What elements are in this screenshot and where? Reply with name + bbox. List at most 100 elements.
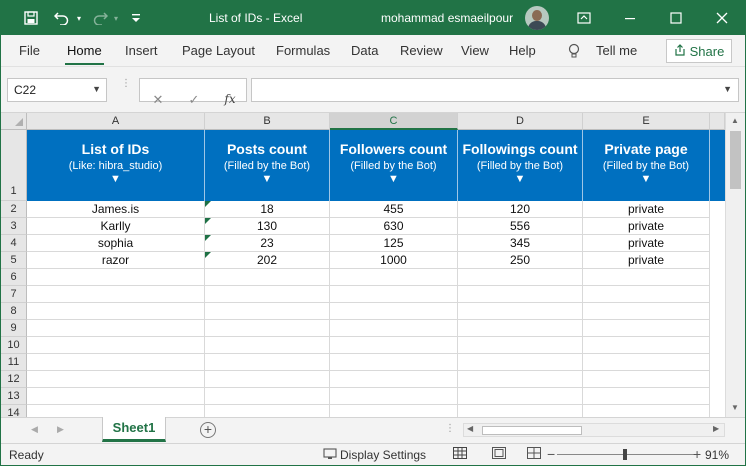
column-header-e[interactable]: E <box>583 113 710 130</box>
select-all-corner[interactable] <box>1 113 27 130</box>
page-break-view-icon[interactable] <box>527 447 543 461</box>
undo-dropdown-icon[interactable]: ▾ <box>74 9 84 27</box>
sheet-tab-sheet1[interactable]: Sheet1 <box>102 417 166 442</box>
table-cell[interactable] <box>27 337 205 354</box>
row-header-1[interactable]: 1 <box>1 130 27 201</box>
ribbon-display-options-icon[interactable] <box>561 1 607 35</box>
table-cell[interactable] <box>330 320 458 337</box>
table-cell[interactable]: 345 <box>458 235 583 252</box>
table-cell[interactable]: 250 <box>458 252 583 269</box>
table-cell[interactable] <box>205 388 330 405</box>
tab-help[interactable]: Help <box>509 43 536 58</box>
table-cell[interactable] <box>458 337 583 354</box>
scroll-up-icon[interactable]: ▲ <box>731 116 739 125</box>
header-cell-private-page[interactable]: Private page (Filled by the Bot) ▼ <box>583 130 710 201</box>
tab-file[interactable]: File <box>19 43 40 58</box>
row-header-2[interactable]: 2 <box>1 201 27 218</box>
table-cell[interactable]: 120 <box>458 201 583 218</box>
table-cell[interactable] <box>27 269 205 286</box>
tab-page-layout[interactable]: Page Layout <box>182 43 255 58</box>
scroll-left-icon[interactable]: ◀ <box>467 424 473 433</box>
table-cell[interactable]: 1000 <box>330 252 458 269</box>
formula-input[interactable]: ▼ <box>251 78 739 102</box>
table-cell[interactable] <box>458 286 583 303</box>
normal-view-icon[interactable] <box>453 447 469 461</box>
horizontal-scroll-thumb[interactable] <box>482 426 582 435</box>
table-cell[interactable] <box>205 337 330 354</box>
table-cell[interactable]: James.is <box>27 201 205 218</box>
table-cell[interactable] <box>583 303 710 320</box>
table-cell[interactable]: Karlly <box>27 218 205 235</box>
table-cell[interactable] <box>458 388 583 405</box>
previous-sheet-icon[interactable]: ◀ <box>31 424 38 435</box>
table-cell[interactable] <box>583 320 710 337</box>
table-cell[interactable]: private <box>583 218 710 235</box>
horizontal-scrollbar[interactable]: ◀ ▶ <box>463 423 725 437</box>
header-cell-f[interactable] <box>710 130 725 201</box>
scroll-down-icon[interactable]: ▼ <box>731 403 739 412</box>
next-sheet-icon[interactable]: ▶ <box>57 424 64 435</box>
table-cell[interactable] <box>27 354 205 371</box>
table-cell[interactable]: private <box>583 201 710 218</box>
table-cell[interactable] <box>583 388 710 405</box>
header-cell-list-of-ids[interactable]: List of IDs (Like: hibra_studio) ▼ <box>27 130 205 201</box>
column-header-a[interactable]: A <box>27 113 205 130</box>
table-cell[interactable]: 23 <box>205 235 330 252</box>
table-cell[interactable] <box>330 286 458 303</box>
minimize-icon[interactable] <box>607 1 653 35</box>
vertical-scroll-thumb[interactable] <box>730 131 741 189</box>
chevron-down-icon[interactable]: ▼ <box>92 84 101 94</box>
close-icon[interactable] <box>699 1 745 35</box>
table-cell[interactable] <box>27 371 205 388</box>
insert-function-icon[interactable]: fx <box>220 92 240 106</box>
table-cell[interactable] <box>330 405 458 417</box>
table-cell[interactable] <box>205 405 330 417</box>
table-cell[interactable] <box>583 405 710 417</box>
column-header-b[interactable]: B <box>205 113 330 130</box>
row-header-8[interactable]: 8 <box>1 303 27 320</box>
display-settings-icon[interactable] <box>323 448 337 463</box>
table-cell[interactable]: 202 <box>205 252 330 269</box>
tab-data[interactable]: Data <box>351 43 378 58</box>
table-cell[interactable] <box>205 320 330 337</box>
tab-view[interactable]: View <box>461 43 489 58</box>
lightbulb-icon[interactable] <box>568 43 580 62</box>
row-header-12[interactable]: 12 <box>1 371 27 388</box>
scroll-right-icon[interactable]: ▶ <box>713 424 719 433</box>
table-cell[interactable] <box>330 303 458 320</box>
table-cell[interactable] <box>27 286 205 303</box>
column-header-c[interactable]: C <box>330 113 458 130</box>
table-cell[interactable] <box>27 405 205 417</box>
zoom-slider-thumb[interactable] <box>623 449 627 460</box>
row-header-13[interactable]: 13 <box>1 388 27 405</box>
tab-split-handle[interactable]: ⋮ <box>445 423 455 434</box>
table-cell[interactable] <box>458 405 583 417</box>
table-cell[interactable]: 125 <box>330 235 458 252</box>
zoom-in-button[interactable]: + <box>693 446 701 462</box>
tab-formulas[interactable]: Formulas <box>276 43 330 58</box>
table-cell[interactable] <box>27 303 205 320</box>
row-header-11[interactable]: 11 <box>1 354 27 371</box>
maximize-icon[interactable] <box>653 1 699 35</box>
table-cell[interactable] <box>583 337 710 354</box>
table-cell[interactable] <box>205 286 330 303</box>
table-cell[interactable] <box>330 388 458 405</box>
tab-insert[interactable]: Insert <box>125 43 158 58</box>
formula-bar-splitter[interactable]: ⋮ <box>121 79 131 99</box>
table-cell[interactable]: sophia <box>27 235 205 252</box>
save-icon[interactable] <box>21 9 41 27</box>
table-cell[interactable] <box>458 303 583 320</box>
redo-icon[interactable] <box>89 9 111 27</box>
undo-icon[interactable] <box>51 9 73 27</box>
table-cell[interactable] <box>458 269 583 286</box>
table-cell[interactable] <box>583 269 710 286</box>
share-button[interactable]: Share <box>666 39 732 63</box>
table-cell[interactable]: private <box>583 235 710 252</box>
page-layout-view-icon[interactable] <box>492 447 508 461</box>
worksheet-grid[interactable]: A B C D E 1 2 3 4 5 6 7 8 9 10 11 12 13 … <box>1 113 745 417</box>
table-cell[interactable] <box>458 371 583 388</box>
customize-toolbar-icon[interactable] <box>129 9 143 27</box>
row-header-6[interactable]: 6 <box>1 269 27 286</box>
table-cell[interactable]: private <box>583 252 710 269</box>
filter-arrow-icon[interactable]: ▼ <box>205 173 329 185</box>
